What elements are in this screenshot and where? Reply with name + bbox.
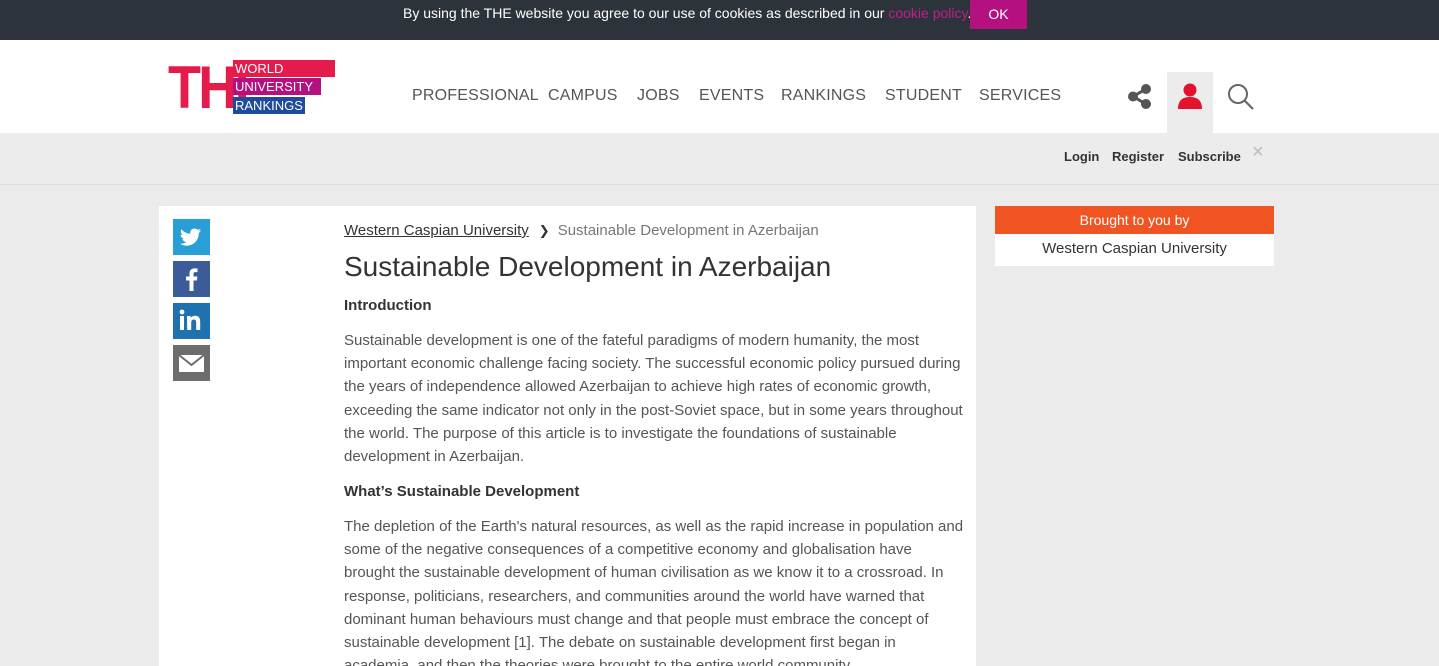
cookie-message: By using the THE website you agree to ou… (403, 5, 971, 21)
cookie-ok-button[interactable]: OK (970, 0, 1027, 29)
the-logo[interactable]: THE WORLD UNIVERSITY RANKINGS (168, 58, 336, 118)
sponsor-heading: Brought to you by (995, 206, 1274, 234)
register-link[interactable]: Register (1112, 149, 1164, 164)
chevron-right-icon: ❯ (538, 223, 550, 238)
page-title: Sustainable Development in Azerbaijan (344, 251, 832, 282)
section-heading-what: What’s Sustainable Development (344, 483, 580, 500)
twitter-icon (180, 228, 201, 246)
close-icon[interactable]: × (1252, 141, 1264, 164)
breadcrumb: Western Caspian University ❯ Sustainable D… (344, 222, 819, 239)
account-button[interactable] (1167, 72, 1213, 133)
search-icon[interactable] (1227, 83, 1255, 111)
email-share-button[interactable] (173, 345, 210, 381)
nav-student[interactable]: STUDENT (885, 87, 962, 105)
site-header: THE WORLD UNIVERSITY RANKINGS PROFESSION… (0, 40, 1439, 133)
login-link[interactable]: Login (1064, 149, 1099, 164)
sponsor-box: Brought to you by Western Caspian Univer… (995, 206, 1274, 266)
nav-events[interactable]: EVENTS (699, 87, 764, 105)
nav-campus[interactable]: CAMPUS (548, 87, 618, 105)
facebook-share-button[interactable] (173, 261, 210, 297)
logo-university: UNIVERSITY (233, 78, 321, 95)
intro-paragraph: Sustainable development is one of the fa… (344, 332, 963, 466)
cookie-banner: By using the THE website you agree to ou… (0, 0, 1439, 40)
nav-professional[interactable]: PROFESSIONAL (412, 87, 539, 105)
cookie-policy-link[interactable]: cookie policy (888, 5, 967, 21)
linkedin-share-button[interactable] (173, 303, 210, 339)
breadcrumb-parent-link[interactable]: Western Caspian University (344, 222, 529, 239)
subscribe-link[interactable]: Subscribe (1178, 149, 1241, 164)
logo-rankings: RANKINGS (233, 97, 305, 114)
nav-rankings[interactable]: RANKINGS (781, 87, 866, 105)
nav-jobs[interactable]: JOBS (637, 87, 680, 105)
section-heading-introduction: Introduction (344, 297, 432, 314)
email-icon (178, 354, 205, 372)
twitter-share-button[interactable] (173, 219, 210, 255)
linkedin-icon (179, 309, 201, 330)
logo-world: WORLD (233, 60, 335, 77)
account-bar: Login Register Subscribe × (0, 133, 1439, 185)
sponsor-name[interactable]: Western Caspian University (995, 240, 1274, 257)
breadcrumb-current: Sustainable Development in Azerbaijan (557, 222, 819, 239)
user-icon (1178, 83, 1202, 109)
nav-services[interactable]: SERVICES (979, 87, 1061, 105)
article-card: Western Caspian University ❯ Sustainable D… (159, 206, 976, 666)
facebook-icon (186, 268, 198, 291)
what-paragraph: The depletion of the Earth's natural res… (344, 518, 964, 666)
share-icon[interactable] (1126, 83, 1153, 110)
cookie-text: By using the THE website you agree to ou… (403, 5, 889, 21)
